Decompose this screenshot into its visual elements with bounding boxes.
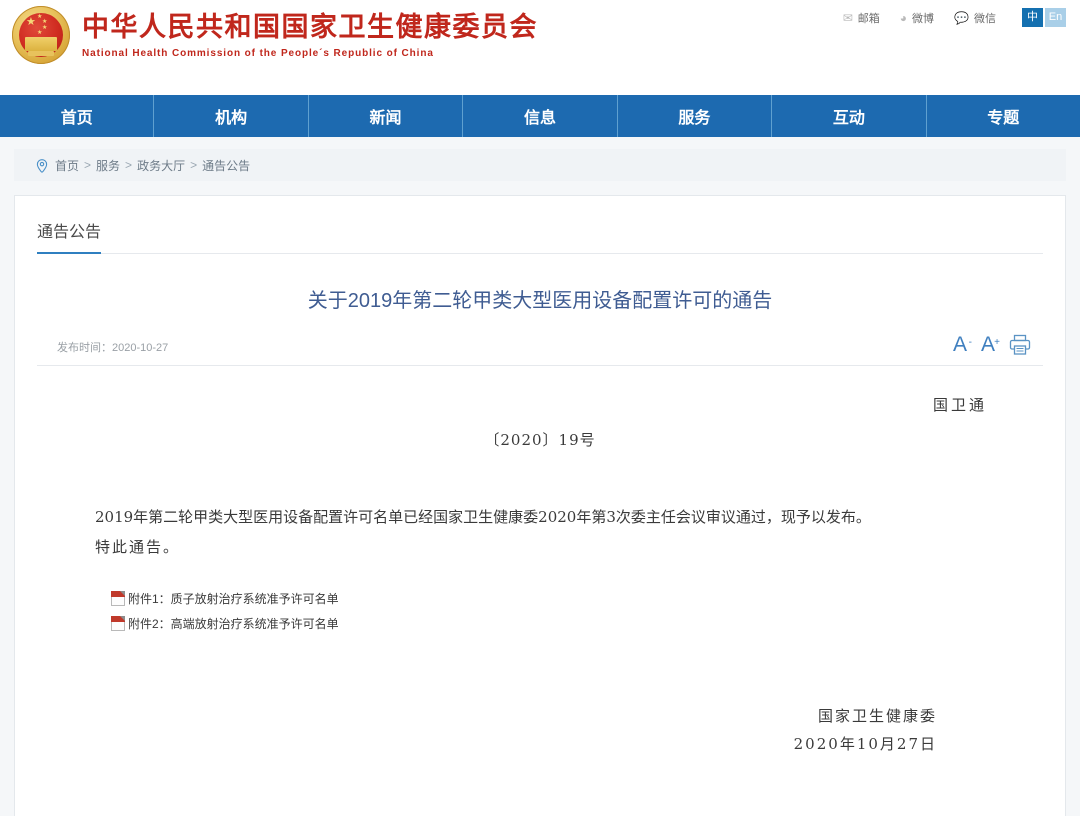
font-increase-label: A bbox=[981, 333, 995, 356]
breadcrumb-separator: > bbox=[84, 158, 91, 172]
nav-item-home[interactable]: 首页 bbox=[0, 95, 154, 137]
publish-date: 2020-10-27 bbox=[112, 342, 168, 354]
breadcrumb-item-hall[interactable]: 政务大厅 bbox=[137, 157, 185, 174]
nav-item-news[interactable]: 新闻 bbox=[309, 95, 463, 137]
signature-org: 国家卫生健康委 bbox=[65, 702, 937, 730]
pdf-file-icon bbox=[111, 591, 125, 606]
utility-link-mail[interactable]: ✉ 邮箱 bbox=[843, 10, 880, 26]
tab-notices[interactable]: 通告公告 bbox=[37, 218, 101, 254]
content-area: 通告公告 关于2019年第二轮甲类大型医用设备配置许可的通告 发布时间：2020… bbox=[0, 181, 1080, 816]
content-card: 通告公告 关于2019年第二轮甲类大型医用设备配置许可的通告 发布时间：2020… bbox=[14, 195, 1066, 816]
breadcrumb-separator: > bbox=[125, 158, 132, 172]
font-increase-sup: + bbox=[994, 332, 1000, 353]
breadcrumb-separator: > bbox=[190, 158, 197, 172]
nav-item-topics[interactable]: 专题 bbox=[927, 95, 1080, 137]
attachment-item-1-label: 附件1：质子放射治疗系统准予许可名单 bbox=[128, 590, 339, 607]
font-increase-button[interactable]: A+ bbox=[981, 334, 1000, 355]
mail-icon: ✉ bbox=[843, 12, 853, 24]
document-number-prefix: 国卫通 bbox=[65, 366, 1015, 415]
attachment-item-1[interactable]: 附件1：质子放射治疗系统准予许可名单 bbox=[111, 590, 1015, 607]
pdf-file-icon bbox=[111, 616, 125, 631]
breadcrumb: 首页 > 服务 > 政务大厅 > 通告公告 bbox=[14, 149, 1066, 181]
nav-item-org[interactable]: 机构 bbox=[154, 95, 308, 137]
brand-title-en: National Health Commission of the People… bbox=[82, 48, 538, 59]
printer-icon[interactable] bbox=[1009, 334, 1031, 355]
article-paragraph-2: 特此通告。 bbox=[65, 532, 1015, 562]
site-brand[interactable]: ★ ★★★★ 中华人民共和国国家卫生健康委员会 National Health … bbox=[12, 6, 538, 64]
section-tabs: 通告公告 bbox=[37, 196, 1043, 254]
font-decrease-button[interactable]: A- bbox=[953, 334, 972, 355]
utility-link-mail-label: 邮箱 bbox=[858, 10, 880, 26]
font-decrease-label: A bbox=[953, 333, 967, 356]
signature-date: 2020年10月27日 bbox=[65, 730, 937, 758]
nav-item-interact[interactable]: 互动 bbox=[772, 95, 926, 137]
breadcrumb-item-notices[interactable]: 通告公告 bbox=[202, 157, 250, 174]
article-paragraph-1: 2019年第二轮甲类大型医用设备配置许可名单已经国家卫生健康委2020年第3次委… bbox=[65, 450, 1015, 532]
document-number: 〔2020〕19号 bbox=[65, 415, 1015, 450]
utility-link-wechat[interactable]: 💬 微信 bbox=[954, 10, 996, 26]
publish-info: 发布时间：2020-10-27 bbox=[57, 339, 168, 355]
nav-item-services[interactable]: 服务 bbox=[618, 95, 772, 137]
article-tools: A- A+ bbox=[953, 334, 1031, 355]
site-header: ★ ★★★★ 中华人民共和国国家卫生健康委员会 National Health … bbox=[0, 0, 1080, 95]
attachment-item-2[interactable]: 附件2：高端放射治疗系统准予许可名单 bbox=[111, 615, 1015, 632]
wechat-icon: 💬 bbox=[954, 12, 969, 24]
location-pin-icon bbox=[36, 159, 48, 171]
breadcrumb-item-home[interactable]: 首页 bbox=[55, 157, 79, 174]
attachment-list: 附件1：质子放射治疗系统准予许可名单 附件2：高端放射治疗系统准予许可名单 bbox=[65, 562, 1015, 632]
main-navigation: 首页 机构 新闻 信息 服务 互动 专题 bbox=[0, 95, 1080, 137]
language-option-zh[interactable]: 中 bbox=[1022, 8, 1043, 27]
utility-bar: ✉ 邮箱 ◕ 微博 💬 微信 中 En bbox=[843, 8, 1066, 27]
china-national-emblem-icon: ★ ★★★★ bbox=[12, 6, 70, 64]
utility-link-weibo-label: 微博 bbox=[912, 10, 934, 26]
language-option-en[interactable]: En bbox=[1045, 8, 1066, 27]
utility-link-weibo[interactable]: ◕ 微博 bbox=[900, 10, 934, 26]
breadcrumb-item-services[interactable]: 服务 bbox=[96, 157, 120, 174]
attachment-item-2-label: 附件2：高端放射治疗系统准予许可名单 bbox=[128, 615, 339, 632]
page-root: ★ ★★★★ 中华人民共和国国家卫生健康委员会 National Health … bbox=[0, 0, 1080, 816]
utility-link-wechat-label: 微信 bbox=[974, 10, 996, 26]
language-switcher: 中 En bbox=[1022, 8, 1066, 27]
article-body: 国卫通 〔2020〕19号 2019年第二轮甲类大型医用设备配置许可名单已经国家… bbox=[37, 366, 1043, 758]
nav-item-info[interactable]: 信息 bbox=[463, 95, 617, 137]
brand-title-cn: 中华人民共和国国家卫生健康委员会 bbox=[82, 12, 538, 44]
font-decrease-sup: - bbox=[969, 332, 972, 353]
page-title: 关于2019年第二轮甲类大型医用设备配置许可的通告 bbox=[37, 254, 1043, 316]
article-meta: 发布时间：2020-10-27 A- A+ bbox=[37, 316, 1043, 365]
breadcrumb-bar: 首页 > 服务 > 政务大厅 > 通告公告 bbox=[0, 137, 1080, 181]
weibo-icon: ◕ bbox=[900, 12, 907, 24]
publish-label: 发布时间： bbox=[57, 342, 112, 354]
signature-block: 国家卫生健康委 2020年10月27日 bbox=[65, 640, 1015, 758]
